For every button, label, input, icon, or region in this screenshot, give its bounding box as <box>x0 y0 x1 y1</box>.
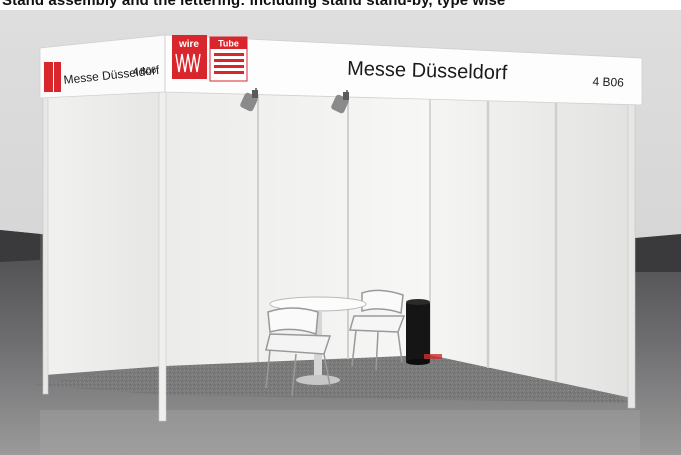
floor-socket <box>424 354 442 359</box>
caption-strip: Stand assembly and the lettering: includ… <box>0 0 681 10</box>
side-logo-tube <box>54 62 61 92</box>
corner-post-front <box>158 75 167 422</box>
floor-reflection <box>40 410 640 455</box>
wire-logo: wire <box>172 35 207 79</box>
corner-post-right <box>627 95 636 409</box>
hall-wall-right <box>635 234 681 272</box>
booth-scene: wire Tube Messe Düsseldorf 4 B06 Messe D… <box>0 10 681 455</box>
tube-logo-text: Tube <box>218 39 239 49</box>
right-wall <box>430 92 632 398</box>
side-logo-wire <box>44 62 53 92</box>
fascia-front-number: 4 B06 <box>592 74 624 89</box>
left-wall <box>45 82 165 375</box>
corner-post-left <box>42 75 49 395</box>
hall-wall-left <box>0 230 40 262</box>
fascia-front-name: Messe Düsseldorf <box>347 58 508 84</box>
tube-logo: Tube <box>209 36 248 82</box>
wire-logo-text: wire <box>178 39 199 50</box>
caption-text: Stand assembly and the lettering: includ… <box>2 0 506 9</box>
